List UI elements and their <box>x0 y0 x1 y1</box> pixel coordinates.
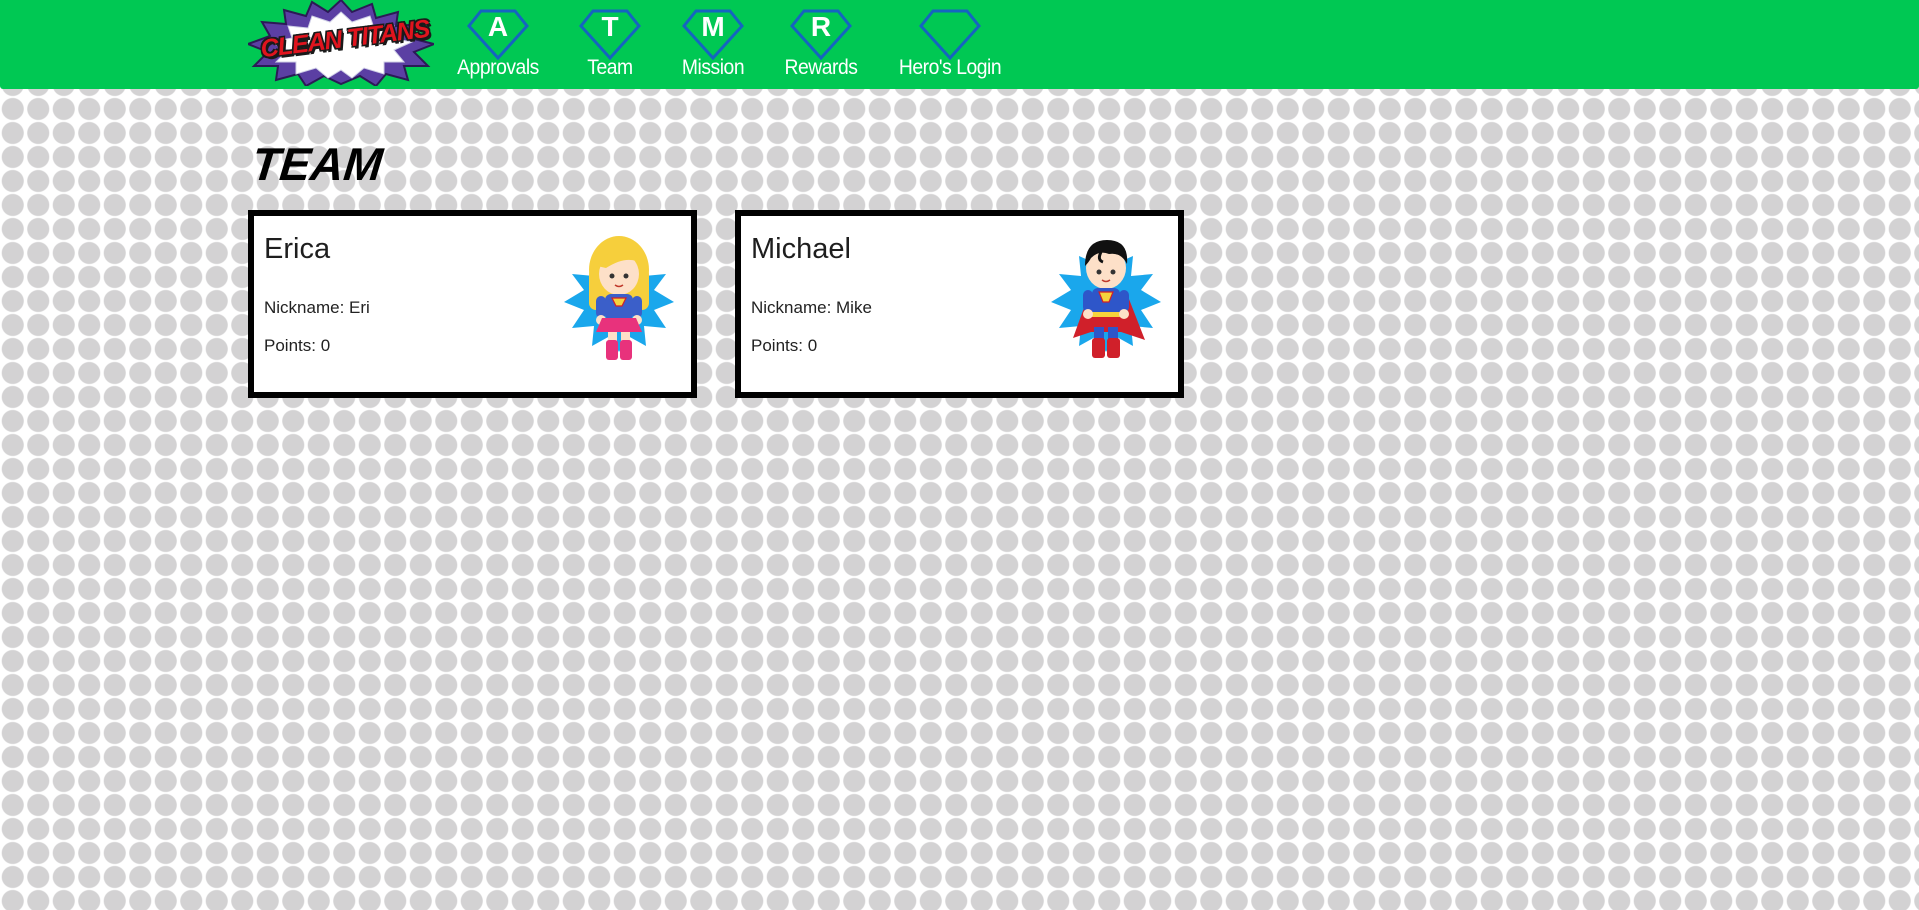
diamond-icon: M <box>682 8 744 60</box>
diamond-icon: R <box>790 8 852 60</box>
member-points: Points: 0 <box>751 336 818 355</box>
nav-mission[interactable]: M Mission <box>672 4 754 86</box>
nav-letter: A <box>487 11 509 42</box>
clean-titans-logo[interactable]: CLEAN TITANS <box>248 0 434 86</box>
nav-letter: T <box>601 11 619 42</box>
nav-team[interactable]: T Team <box>572 4 648 86</box>
supergirl-icon <box>562 228 676 362</box>
team-member-card[interactable]: Erica Nickname: Eri Points: 0 <box>248 210 697 398</box>
nav-letter: R <box>810 11 832 42</box>
diamond-icon: A <box>467 8 529 60</box>
nav-approvals[interactable]: A Approvals <box>448 4 548 86</box>
member-name: Erica <box>264 233 331 265</box>
nav-label: Hero's Login <box>898 56 1002 79</box>
nav-rewards[interactable]: R Rewards <box>778 4 864 86</box>
member-nickname: Nickname: Eri <box>264 298 370 317</box>
page-title: TEAM <box>249 138 386 190</box>
diamond-icon <box>919 8 981 60</box>
member-nickname: Nickname: Mike <box>751 298 872 317</box>
member-name: Michael <box>751 233 851 265</box>
superman-icon <box>1049 228 1163 362</box>
nav-letter: M <box>701 11 725 42</box>
nav-label: Rewards <box>784 56 858 79</box>
nav-label: Approvals <box>457 56 539 79</box>
nav-label: Mission <box>681 56 745 79</box>
member-points: Points: 0 <box>264 336 331 355</box>
nav-label: Team <box>587 56 633 79</box>
team-member-card[interactable]: Michael Nickname: Mike Points: 0 <box>735 210 1184 398</box>
diamond-icon: T <box>579 8 641 60</box>
top-navbar: CLEAN TITANS A Approvals T Team M Missio… <box>0 0 1919 89</box>
nav-heros-login[interactable]: Hero's Login <box>888 4 1012 86</box>
